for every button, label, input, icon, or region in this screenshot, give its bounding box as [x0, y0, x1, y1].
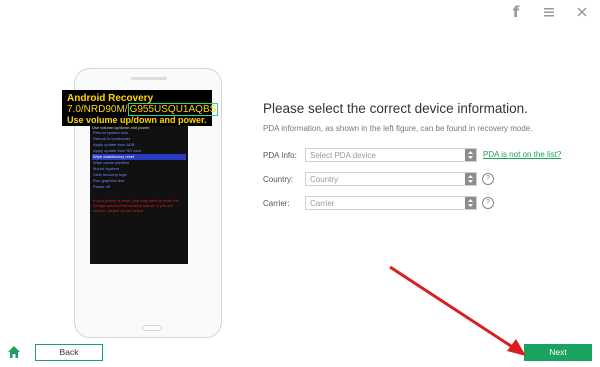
country-help-icon[interactable]: ?: [482, 173, 494, 185]
pda-label: PDA Info:: [263, 151, 297, 160]
facebook-icon[interactable]: f: [508, 4, 524, 20]
menu-icon[interactable]: [541, 4, 557, 20]
carrier-select[interactable]: Carrier: [305, 196, 477, 210]
updown-arrow-icon[interactable]: [465, 197, 476, 209]
home-icon[interactable]: [7, 345, 21, 359]
recovery-menu: Reboot system now Reboot to bootloader App…: [92, 130, 186, 190]
title-bar: f: [0, 0, 600, 28]
pda-not-listed-link[interactable]: PDA is not on the list?: [483, 150, 561, 159]
close-icon[interactable]: [574, 4, 590, 20]
recovery-menu-item: Power off: [93, 184, 110, 189]
next-button[interactable]: Next: [524, 344, 592, 361]
country-select[interactable]: Country: [305, 172, 477, 186]
back-button[interactable]: Back: [35, 344, 103, 361]
callout-version-line: 7.0/NRD90M/G955USQU1AQBS: [67, 103, 219, 116]
pda-select-value: Select PDA device: [310, 151, 376, 160]
pda-select[interactable]: Select PDA device: [305, 148, 477, 162]
carrier-select-value: Carrier: [310, 199, 335, 208]
phone-speaker: [131, 77, 167, 80]
recovery-info-callout: Android Recovery 7.0/NRD90M/G955USQU1AQB…: [62, 90, 219, 126]
phone-recovery-screen: Use volume up/down and power. Reboot sys…: [90, 124, 188, 264]
carrier-help-icon[interactable]: ?: [482, 197, 494, 209]
page-title: Please select the correct device informa…: [263, 101, 528, 116]
carrier-label: Carrier:: [263, 199, 290, 208]
callout-version: 7.0/NRD90M/: [67, 104, 128, 115]
updown-arrow-icon[interactable]: [465, 149, 476, 161]
country-label: Country:: [263, 175, 294, 184]
page-subtitle: PDA information, as shown in the left fi…: [263, 124, 533, 133]
callout-instruction: Use volume up/down and power.: [67, 115, 207, 125]
recovery-warning: If your phone is reset, you may need to …: [93, 198, 180, 213]
annotation-arrow-shaft: [389, 265, 515, 350]
country-select-value: Country: [310, 175, 339, 184]
updown-arrow-icon[interactable]: [465, 173, 476, 185]
phone-home-button: [142, 325, 162, 331]
